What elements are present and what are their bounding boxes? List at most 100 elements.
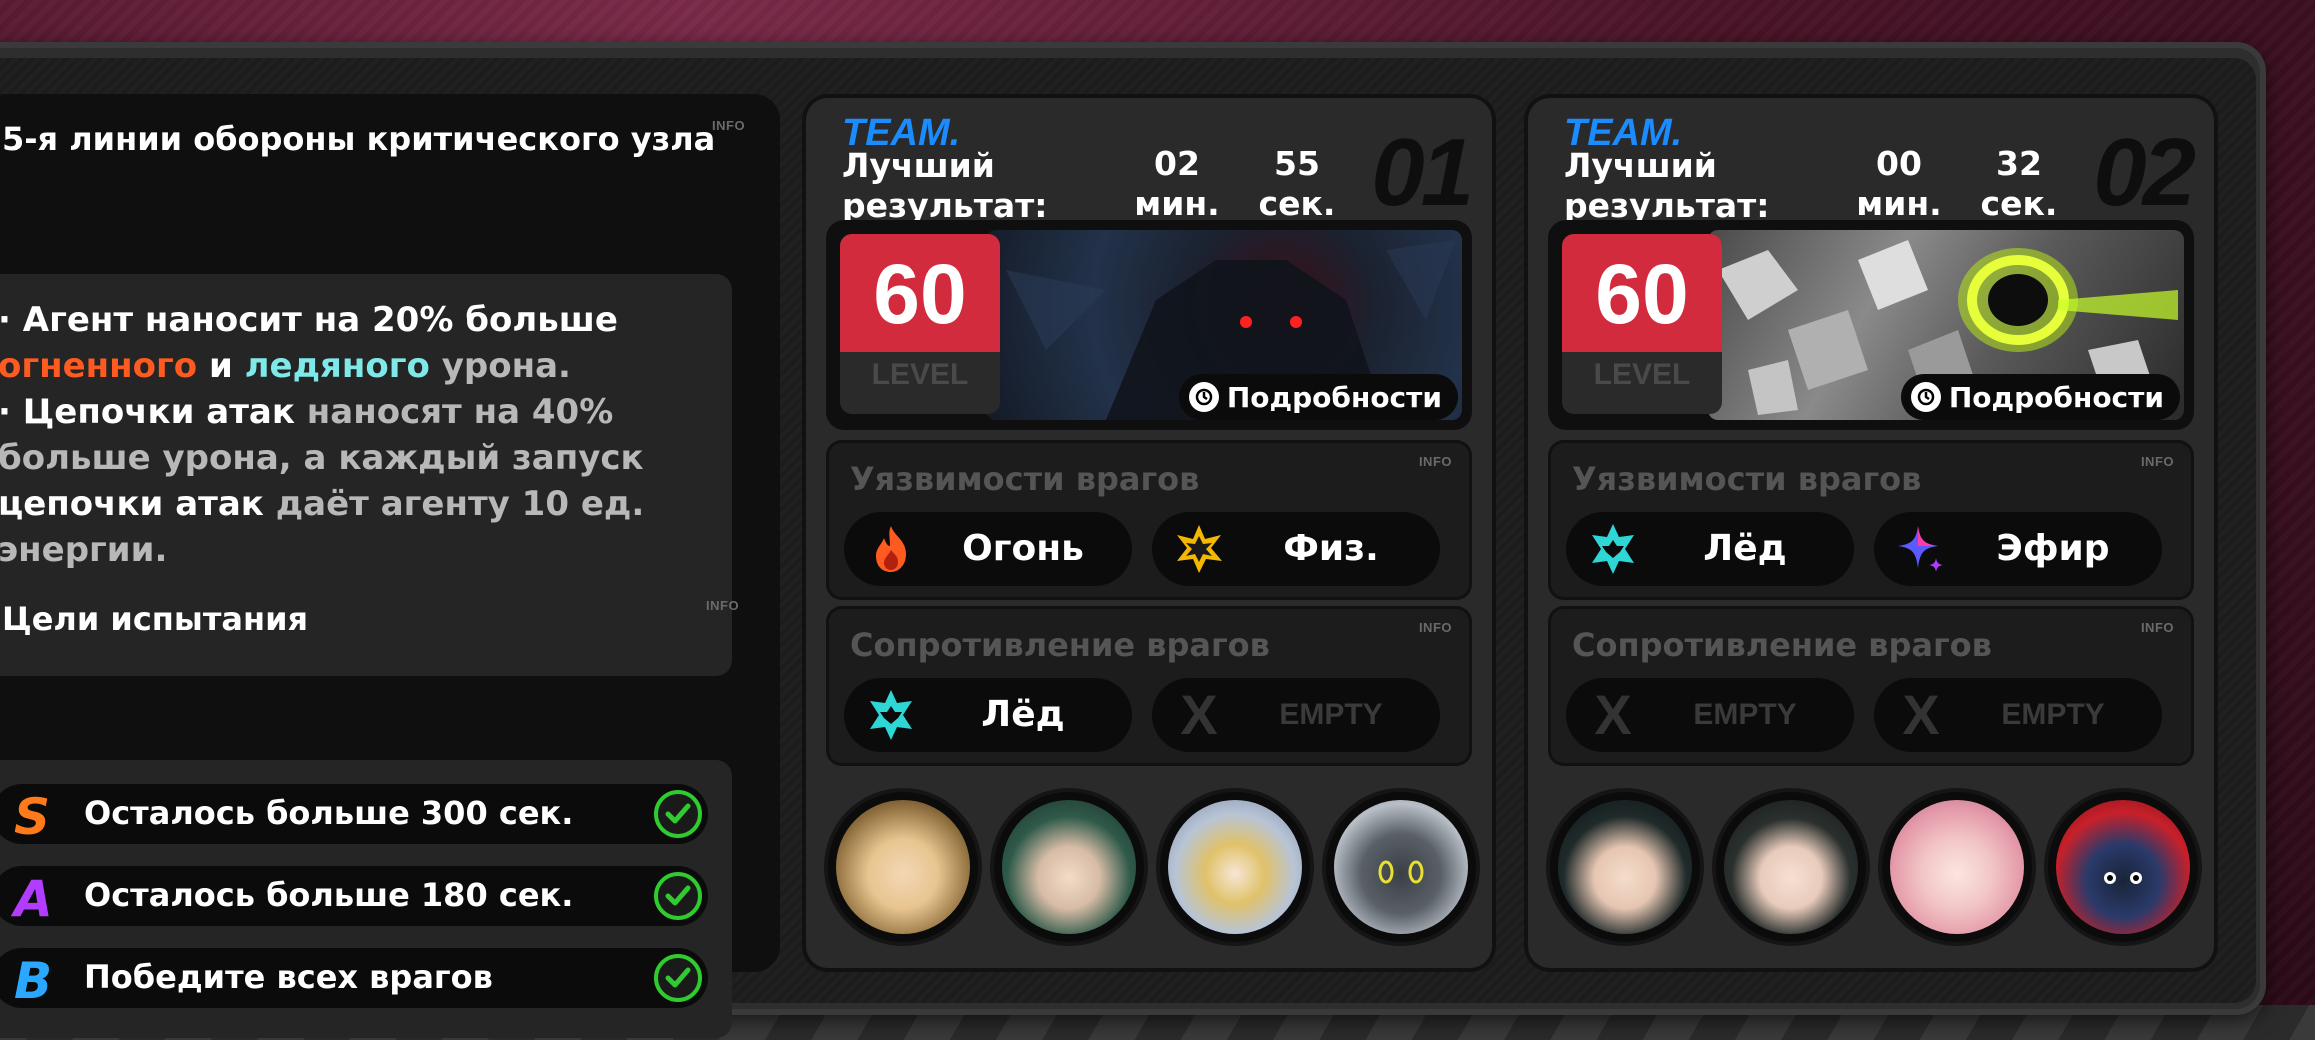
clock-icon	[1910, 382, 1941, 412]
level-badge: 60 LEVEL	[1562, 234, 1722, 414]
resistance-chip: Лёд	[844, 678, 1132, 752]
robot-agent-image	[1334, 800, 1468, 934]
details-label: Подробности	[1948, 380, 2164, 414]
level-number: 60	[840, 234, 1000, 352]
empty-x-icon: X	[1180, 683, 1218, 746]
details-button[interactable]: Подробности	[1178, 374, 1458, 420]
weakness-label: Огонь	[962, 528, 1084, 569]
weakness-chip: Лёд	[1566, 512, 1854, 586]
best-line-1: Лучший	[842, 146, 995, 185]
team-number: 01	[1371, 119, 1474, 226]
check-icon	[654, 872, 702, 920]
weaknesses-title: Уязвимости врагов	[850, 460, 1200, 498]
resistance-chip-empty: X EMPTY	[1152, 678, 1440, 752]
seconds-unit: сек.	[1980, 184, 2058, 223]
goal-text: Осталось больше 180 сек.	[84, 876, 574, 914]
fire-keyword: огненного	[0, 346, 198, 386]
goal-text: Победите всех врагов	[84, 958, 493, 996]
enemy-resistances: Сопротивление врагов INFO X EMPTY X EMPT…	[1548, 606, 2194, 766]
silver-hair-agent-image	[1168, 800, 1302, 934]
clock-icon	[1188, 382, 1219, 412]
goal-item: B Победите всех врагов	[0, 948, 708, 1010]
resistances-info-button[interactable]: INFO	[1419, 620, 1452, 635]
pink-hair-agent-image	[1890, 800, 2024, 934]
check-icon	[654, 954, 702, 1002]
agent-portrait[interactable]	[994, 792, 1144, 942]
level-number: 60	[1562, 234, 1722, 352]
best-seconds: 32	[1996, 144, 2042, 183]
resistance-chip-empty: X EMPTY	[1874, 678, 2162, 752]
team-number: 02	[2093, 119, 2196, 226]
resistances-info-button[interactable]: INFO	[2141, 620, 2174, 635]
check-icon	[654, 790, 702, 838]
weakness-chip: Физ.	[1152, 512, 1440, 586]
seconds-unit: сек.	[1258, 184, 1336, 223]
desc-text: и	[197, 346, 245, 386]
details-label: Подробности	[1226, 380, 1442, 414]
weakness-chip: Огонь	[844, 512, 1132, 586]
dark-hair-agent-image	[1558, 800, 1692, 934]
team-panel-1: TEAM. Лучший результат: 02 55 мин. сек. 0…	[802, 94, 1496, 972]
team-panel-2: TEAM. Лучший результат: 00 32 мин. сек. 0…	[1524, 94, 2218, 972]
enemy-level-card[interactable]: 60 LEVEL Подробности	[1548, 220, 2194, 430]
goals-title: Цели испытания	[2, 600, 309, 638]
agent-portrait[interactable]	[2048, 792, 2198, 942]
ice-keyword: ледяного	[244, 346, 430, 386]
ice-icon	[870, 690, 912, 740]
desc-text: наносят на 40%	[294, 392, 614, 432]
enemy-weaknesses: Уязвимости врагов INFO Лёд Эфир	[1548, 440, 2194, 600]
resistance-label: EMPTY	[1279, 698, 1383, 731]
desc-text: даёт агенту 10 ед.	[263, 484, 645, 524]
node-title: 5-я линии обороны критического узла	[2, 120, 716, 158]
weakness-label: Лёд	[1703, 528, 1787, 569]
ice-icon	[1592, 524, 1634, 574]
best-result-label: Лучший результат:	[842, 146, 1047, 226]
agent-portrait[interactable]	[1326, 792, 1476, 942]
physical-icon	[1177, 525, 1222, 573]
weaknesses-info-button[interactable]: INFO	[1419, 454, 1452, 469]
grade-a-icon: A	[14, 870, 53, 928]
resistances-title: Сопротивление врагов	[1572, 626, 1992, 664]
resistance-label: Лёд	[981, 694, 1065, 735]
chain-attack-keyword: · Цепочки атак	[0, 392, 295, 432]
enemy-level-card[interactable]: 60 LEVEL Подробности	[826, 220, 1472, 430]
best-minutes: 02	[1154, 144, 1200, 183]
desc-line-3: · Цепочки атак наносят на 40%	[0, 392, 613, 432]
grade-s-icon: S	[14, 788, 51, 846]
agent-portrait[interactable]	[1716, 792, 1866, 942]
best-seconds: 55	[1274, 144, 1320, 183]
level-badge: 60 LEVEL	[840, 234, 1000, 414]
details-button[interactable]: Подробности	[1900, 374, 2180, 420]
weaknesses-info-button[interactable]: INFO	[2141, 454, 2174, 469]
desc-line-1: · Агент наносит на 20% больше	[0, 300, 618, 340]
resistance-chip-empty: X EMPTY	[1566, 678, 1854, 752]
goals-list: S Осталось больше 300 сек. A Осталось бо…	[0, 760, 732, 1038]
goals-info-button[interactable]: INFO	[706, 598, 739, 613]
agent-portrait[interactable]	[828, 792, 978, 942]
level-word: LEVEL	[871, 358, 969, 391]
goal-item: S Осталось больше 300 сек.	[0, 784, 708, 846]
level-word: LEVEL	[1593, 358, 1691, 391]
desc-line-4: больше урона, а каждый запуск	[0, 438, 644, 478]
weaknesses-title: Уязвимости врагов	[1572, 460, 1922, 498]
best-minutes: 00	[1876, 144, 1922, 183]
enemy-resistances: Сопротивление врагов INFO Лёд X EMPTY	[826, 606, 1472, 766]
desc-line-2: огненного и ледяного урона.	[0, 346, 571, 386]
desc-text: урона.	[429, 346, 571, 386]
agent-portrait[interactable]	[1550, 792, 1700, 942]
chain-attack-keyword: цепочки атак	[0, 484, 264, 524]
dark-bob-agent-image	[1724, 800, 1858, 934]
empty-x-icon: X	[1594, 683, 1632, 746]
goal-text: Осталось больше 300 сек.	[84, 794, 574, 832]
weakness-label: Эфир	[1996, 528, 2110, 569]
agent-portrait[interactable]	[1882, 792, 2032, 942]
resistance-label: EMPTY	[2001, 698, 2105, 731]
node-info-button[interactable]: INFO	[712, 118, 745, 133]
weakness-label: Физ.	[1283, 528, 1379, 569]
desc-text: · Агент наносит на 20% больше	[0, 300, 618, 340]
node-info-panel: 5-я линии обороны критического узла INFO…	[0, 94, 780, 1038]
team-portraits	[1548, 792, 2198, 952]
fire-icon	[876, 526, 906, 572]
agent-portrait[interactable]	[1160, 792, 1310, 942]
resistance-label: EMPTY	[1693, 698, 1797, 731]
